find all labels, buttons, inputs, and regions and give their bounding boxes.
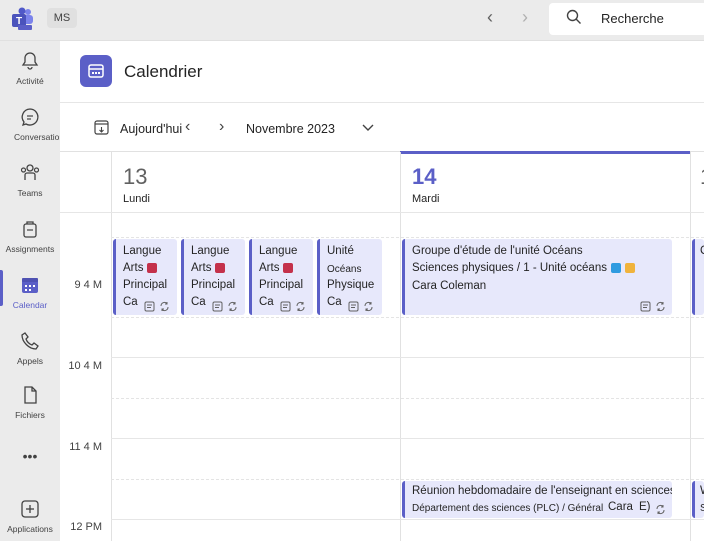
calendar-event[interactable]: Unité Océans Physique Ca	[317, 239, 382, 315]
notes-icon	[144, 301, 155, 312]
back-arrow-icon[interactable]: ‹	[487, 7, 493, 28]
forward-arrow-icon[interactable]: ›	[522, 7, 528, 28]
calendar-event[interactable]: Langue Arts Principal Ca	[113, 239, 177, 315]
grid-line	[60, 212, 704, 213]
recurring-icon	[160, 301, 169, 312]
search-input[interactable]: Recherche	[601, 11, 664, 26]
recurring-icon	[296, 301, 305, 312]
month-label[interactable]: Novembre 2023	[246, 122, 335, 136]
teams-icon	[20, 164, 40, 180]
file-icon	[24, 386, 37, 404]
today-indicator	[400, 151, 690, 154]
notes-icon	[280, 301, 291, 312]
rail-label: Applications	[7, 524, 53, 534]
calendar-event[interactable]: Groupe d'étude de l'unité Océans Science…	[402, 239, 672, 315]
notes-icon	[348, 301, 359, 312]
hour-label: 10 4 M	[68, 360, 102, 372]
today-icon[interactable]	[94, 119, 109, 140]
rail-item-assignments[interactable]: Assignments	[0, 218, 60, 254]
search-icon	[566, 9, 582, 30]
hour-label: 9 4 M	[74, 279, 102, 291]
wave-icon	[610, 262, 621, 273]
day-name: Lundi	[123, 193, 150, 205]
chevron-right-icon[interactable]: ›	[219, 118, 224, 136]
calendar-app-icon	[80, 55, 112, 87]
book-icon	[215, 262, 226, 273]
more-apps-icon[interactable]: •••	[0, 448, 60, 464]
grid-line	[111, 519, 704, 520]
bell-icon	[21, 52, 39, 70]
grid-line	[111, 357, 704, 358]
recurring-icon	[228, 301, 237, 312]
rail-label: Fichiers	[15, 410, 45, 420]
day-name: Mardi	[412, 193, 440, 205]
grid-line	[111, 152, 112, 541]
grid-line	[111, 438, 704, 439]
hour-label: 12 PM	[70, 521, 102, 533]
beach-icon	[624, 262, 635, 273]
rail-label: Calendar	[12, 300, 48, 310]
recurring-icon	[364, 301, 373, 312]
book-icon	[283, 262, 294, 273]
teams-logo-icon[interactable]: T	[10, 6, 36, 30]
grid-line	[111, 398, 704, 399]
page-title: Calendrier	[124, 62, 203, 81]
notes-icon	[640, 301, 651, 312]
rail-item-apps[interactable]: Applications	[0, 498, 60, 534]
rail-item-chat[interactable]: Conversation	[0, 106, 65, 142]
hour-label: 11 4 M	[69, 441, 102, 453]
calendar-event-partial[interactable]: C	[692, 239, 704, 315]
chevron-left-icon[interactable]: ‹	[185, 118, 190, 136]
notes-icon	[212, 301, 223, 312]
rail-item-activity[interactable]: Activité	[0, 50, 60, 86]
day-number-today: 14	[412, 164, 437, 189]
phone-icon	[21, 332, 39, 350]
rail-item-calendar[interactable]: Calendar	[0, 274, 60, 310]
rail-item-teams[interactable]: Teams	[0, 162, 60, 198]
add-apps-icon	[21, 500, 39, 518]
rail-label: Assignments	[5, 244, 55, 254]
day-number-partial: 1	[700, 164, 704, 186]
rail-item-calls[interactable]: Appels	[0, 330, 60, 366]
grid-line	[111, 237, 704, 238]
book-icon	[147, 262, 158, 273]
calendar-event[interactable]: Réunion hebdomadaire de l'enseignant en …	[402, 481, 672, 518]
grid-line	[690, 152, 691, 541]
assignments-icon	[23, 221, 37, 238]
grid-line	[400, 152, 401, 541]
today-button[interactable]: Aujourd'hui	[120, 122, 182, 136]
grid-line	[111, 317, 704, 318]
rail-label: Appels	[17, 356, 43, 366]
calendar-icon	[22, 278, 38, 293]
chevron-down-icon[interactable]	[361, 120, 375, 139]
recurring-icon	[656, 301, 665, 312]
user-initials-badge[interactable]: MS	[47, 8, 77, 28]
calendar-event[interactable]: Langue Arts Principal Ca	[249, 239, 313, 315]
rail-item-files[interactable]: Fichiers	[0, 384, 60, 420]
day-number: 13	[123, 164, 148, 189]
calendar-event-partial[interactable]: W S	[692, 481, 704, 518]
recurring-icon	[656, 504, 665, 515]
calendar-event[interactable]: Langue Arts Principal Ca	[181, 239, 245, 315]
rail-label: Conversation	[14, 132, 65, 142]
rail-label: Activité	[16, 76, 44, 86]
chat-icon	[21, 108, 39, 127]
rail-label: Teams	[17, 188, 43, 198]
grid-line	[111, 479, 704, 480]
